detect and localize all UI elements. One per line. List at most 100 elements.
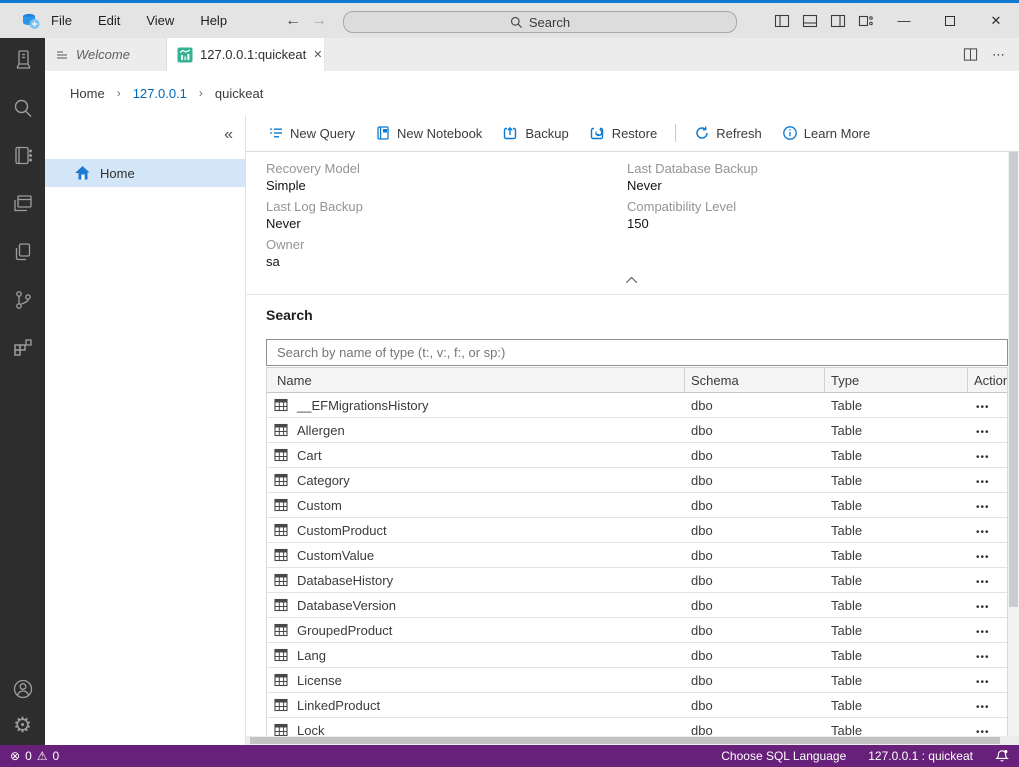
tab-welcome[interactable]: Welcome	[45, 38, 167, 71]
breadcrumb-server[interactable]: 127.0.0.1	[133, 86, 187, 101]
table-row[interactable]: LinkedProduct dbo Table •••	[267, 693, 1007, 718]
customize-layout-icon[interactable]	[853, 8, 879, 34]
toggle-secondary-sidebar-icon[interactable]	[825, 8, 851, 34]
new-notebook-button[interactable]: New Notebook	[365, 120, 492, 146]
table-row[interactable]: Category dbo Table •••	[267, 468, 1007, 493]
table-header: Name Schema Type Actions	[267, 367, 1007, 393]
problems-status[interactable]: ⊗ 0 ⚠ 0	[10, 749, 59, 763]
row-actions-button[interactable]: •••	[976, 527, 990, 538]
minimize-button[interactable]: —	[881, 3, 927, 38]
close-window-button[interactable]: ✕	[973, 3, 1019, 38]
object-name: CustomProduct	[297, 522, 387, 538]
vertical-scrollbar[interactable]	[1008, 152, 1019, 745]
forward-arrow-icon[interactable]: →	[311, 12, 327, 30]
notebooks-icon[interactable]	[0, 144, 45, 168]
azure-data-studio-window: File Edit View Help ← → Search — ✕ ⚙ Wel…	[0, 0, 1019, 767]
object-name: Cart	[297, 447, 322, 463]
row-actions-button[interactable]: •••	[976, 427, 990, 438]
command-search-box[interactable]: Search	[343, 11, 737, 33]
menu-help[interactable]: Help	[187, 3, 240, 38]
toggle-primary-sidebar-icon[interactable]	[769, 8, 795, 34]
row-actions-button[interactable]: •••	[976, 602, 990, 613]
menu-view[interactable]: View	[133, 3, 187, 38]
back-arrow-icon[interactable]: ←	[285, 12, 301, 30]
sidebar-item-home[interactable]: Home	[45, 159, 245, 187]
object-name: GroupedProduct	[297, 622, 393, 638]
chevron-right-icon: ›	[116, 86, 121, 100]
explorer-icon[interactable]	[0, 192, 45, 216]
property-label: Owner	[266, 237, 305, 252]
table-row[interactable]: Custom dbo Table •••	[267, 493, 1007, 518]
table-row[interactable]: CustomProduct dbo Table •••	[267, 518, 1007, 543]
search-sidebar-icon[interactable]	[0, 96, 45, 120]
language-mode-status[interactable]: Choose SQL Language	[721, 749, 846, 763]
more-actions-icon[interactable]: ⋯	[992, 47, 1005, 63]
source-control-icon[interactable]	[0, 288, 45, 312]
backup-button[interactable]: Backup	[492, 120, 578, 146]
table-row[interactable]: License dbo Table •••	[267, 668, 1007, 693]
table-row[interactable]: Cart dbo Table •••	[267, 443, 1007, 468]
tab-dashboard[interactable]: 127.0.0.1:quickeat ✕	[167, 38, 325, 71]
tab-close-icon[interactable]: ✕	[313, 48, 322, 61]
column-header-actions[interactable]: Actions	[968, 368, 1007, 392]
row-actions-button[interactable]: •••	[976, 502, 990, 513]
row-actions-button[interactable]: •••	[976, 402, 990, 413]
split-editor-icon[interactable]	[963, 47, 978, 62]
row-actions-button[interactable]: •••	[976, 627, 990, 638]
editor-tabbar: Welcome 127.0.0.1:quickeat ✕ ⋯	[45, 38, 1019, 71]
account-icon[interactable]	[0, 677, 45, 701]
object-type: Table	[831, 497, 863, 513]
table-row[interactable]: __EFMigrationsHistory dbo Table •••	[267, 393, 1007, 418]
connection-status[interactable]: 127.0.0.1 : quickeat	[868, 749, 973, 763]
row-actions-button[interactable]: •••	[976, 652, 990, 663]
toggle-panel-icon[interactable]	[797, 8, 823, 34]
copy-pages-icon[interactable]	[0, 240, 45, 264]
table-grid-icon	[274, 498, 288, 512]
menu-edit[interactable]: Edit	[85, 3, 133, 38]
object-search-input[interactable]	[266, 339, 1008, 366]
extensions-icon[interactable]	[0, 336, 45, 360]
restore-button[interactable]: Restore	[579, 120, 668, 146]
notifications-bell-icon[interactable]	[995, 749, 1009, 763]
horizontal-scrollbar[interactable]	[246, 736, 1019, 745]
table-grid-icon	[274, 398, 288, 412]
row-actions-button[interactable]: •••	[976, 452, 990, 463]
row-actions-button[interactable]: •••	[976, 702, 990, 713]
property-compatibility-level: Compatibility Level 150	[627, 199, 758, 232]
table-row[interactable]: GroupedProduct dbo Table •••	[267, 618, 1007, 643]
breadcrumb-home[interactable]: Home	[70, 86, 105, 101]
table-row[interactable]: DatabaseHistory dbo Table •••	[267, 568, 1007, 593]
menu-file[interactable]: File	[38, 3, 85, 38]
property-value: 150	[627, 216, 649, 231]
column-header-type[interactable]: Type	[825, 368, 968, 392]
new-query-button[interactable]: New Query	[258, 120, 365, 146]
object-type: Table	[831, 522, 863, 538]
horizontal-scrollbar-thumb[interactable]	[250, 737, 1000, 744]
maximize-button[interactable]	[927, 3, 973, 38]
table-row[interactable]: Lang dbo Table •••	[267, 643, 1007, 668]
learn-more-button[interactable]: Learn More	[772, 120, 880, 146]
search-box-label: Search	[528, 14, 571, 30]
row-actions-button[interactable]: •••	[976, 477, 990, 488]
column-header-schema[interactable]: Schema	[685, 368, 825, 392]
refresh-button[interactable]: Refresh	[684, 120, 772, 146]
table-grid-icon	[274, 673, 288, 687]
property-owner: Owner sa	[266, 237, 363, 270]
table-row[interactable]: DatabaseVersion dbo Table •••	[267, 593, 1007, 618]
settings-gear-icon[interactable]: ⚙	[0, 713, 45, 737]
column-header-name[interactable]: Name	[267, 368, 685, 392]
row-actions-button[interactable]: •••	[976, 677, 990, 688]
vertical-scrollbar-thumb[interactable]	[1009, 152, 1018, 607]
dashboard-tab-icon	[177, 47, 193, 63]
row-actions-button[interactable]: •••	[976, 577, 990, 588]
collapse-sidebar-icon[interactable]: «	[224, 126, 233, 144]
row-actions-button[interactable]: •••	[976, 552, 990, 563]
status-bar: ⊗ 0 ⚠ 0 Choose SQL Language 127.0.0.1 : …	[0, 745, 1019, 767]
warning-count: 0	[52, 749, 60, 763]
activity-bar: ⚙	[0, 38, 45, 745]
breadcrumb-database[interactable]: quickeat	[215, 86, 263, 101]
table-row[interactable]: Allergen dbo Table •••	[267, 418, 1007, 443]
collapse-properties-button[interactable]	[622, 274, 644, 289]
table-row[interactable]: CustomValue dbo Table •••	[267, 543, 1007, 568]
connections-icon[interactable]	[0, 48, 45, 72]
